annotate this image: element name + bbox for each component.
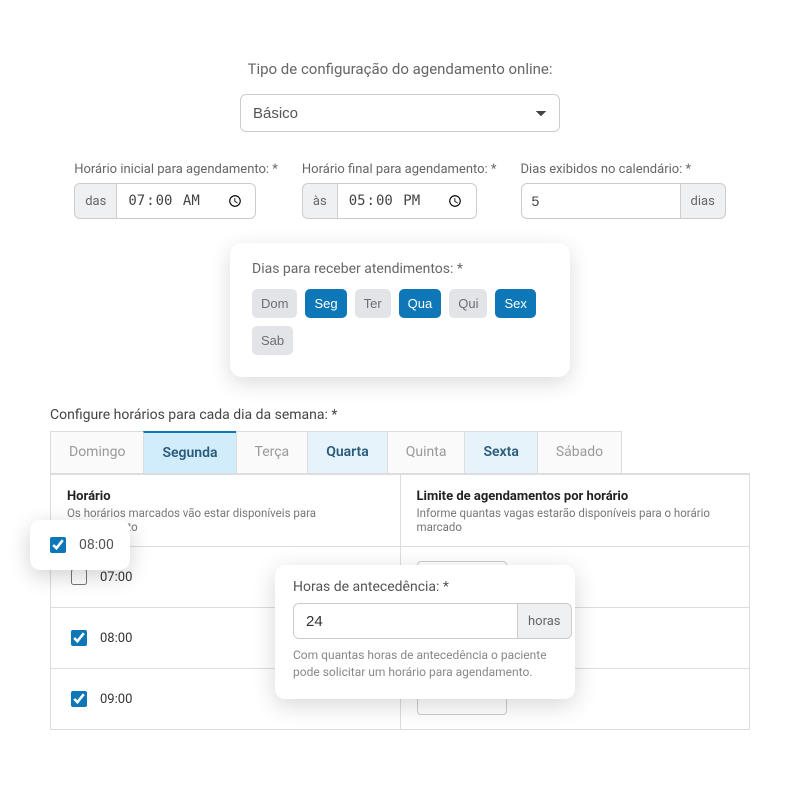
day-toggle-qui[interactable]: Qui — [449, 289, 487, 318]
tab-domingo[interactable]: Domingo — [50, 431, 144, 473]
col-limit-title: Limite de agendamentos por horário — [417, 489, 734, 504]
time-checkbox[interactable] — [71, 630, 87, 646]
config-type-label: Tipo de configuração do agendamento onli… — [50, 60, 750, 78]
receive-days-label: Dias para receber atendimentos: * — [252, 261, 548, 277]
hours-ahead-label: Horas de antecedência: * — [293, 579, 557, 595]
col-limit-sub: Informe quantas vagas estarão disponívei… — [417, 506, 734, 534]
end-addon: às — [302, 183, 337, 219]
tab-sábado[interactable]: Sábado — [537, 431, 622, 473]
start-time-label: Horário inicial para agendamento: * — [74, 162, 278, 177]
start-time-field: Horário inicial para agendamento: * das — [74, 162, 278, 219]
time-label: 07:00 — [100, 570, 132, 585]
tab-terça[interactable]: Terça — [236, 431, 309, 473]
day-toggle-ter[interactable]: Ter — [355, 289, 391, 318]
config-type-select[interactable]: Básico — [240, 94, 560, 132]
calendar-days-input[interactable] — [521, 183, 681, 219]
time-checkbox[interactable] — [71, 691, 87, 707]
hours-ahead-card: Horas de antecedência: * horas Com quant… — [275, 565, 575, 699]
hours-ahead-suffix: horas — [518, 603, 572, 639]
end-time-input[interactable] — [337, 183, 477, 219]
start-time-input[interactable] — [116, 183, 256, 219]
day-toggle-sab[interactable]: Sab — [252, 326, 293, 355]
tab-quarta[interactable]: Quarta — [307, 431, 388, 473]
calendar-days-field: Dias exibidos no calendário: * dias — [521, 162, 726, 219]
start-addon: das — [74, 183, 116, 219]
receive-days-card: Dias para receber atendimentos: * Dom Seg… — [230, 243, 570, 377]
calendar-days-label: Dias exibidos no calendário: * — [521, 162, 726, 177]
time-label: 09:00 — [100, 692, 132, 707]
day-toggle-seg[interactable]: Seg — [305, 289, 346, 318]
day-toggle-sex[interactable]: Sex — [495, 289, 535, 318]
time-checkbox[interactable] — [50, 537, 66, 553]
end-time-field: Horário final para agendamento: * às — [302, 162, 497, 219]
col-limit-header: Limite de agendamentos por horário Infor… — [401, 474, 750, 546]
time-checkbox[interactable] — [71, 569, 87, 585]
end-time-label: Horário final para agendamento: * — [302, 162, 497, 177]
col-time-title: Horário — [67, 489, 384, 504]
time-label: 08:00 — [100, 631, 132, 646]
tab-segunda[interactable]: Segunda — [143, 431, 236, 473]
hours-ahead-hint: Com quantas horas de antecedência o paci… — [293, 647, 557, 681]
tab-quinta[interactable]: Quinta — [387, 431, 466, 473]
hours-ahead-input[interactable] — [293, 603, 518, 639]
day-toggle-qua[interactable]: Qua — [399, 289, 442, 318]
tab-sexta[interactable]: Sexta — [464, 431, 537, 473]
time-row-popout: 08:00 — [30, 520, 130, 570]
schedule-section-label: Configure horários para cada dia da sema… — [50, 407, 750, 423]
calendar-days-suffix: dias — [681, 183, 726, 219]
day-toggle-dom[interactable]: Dom — [252, 289, 297, 318]
time-label: 08:00 — [79, 537, 114, 553]
